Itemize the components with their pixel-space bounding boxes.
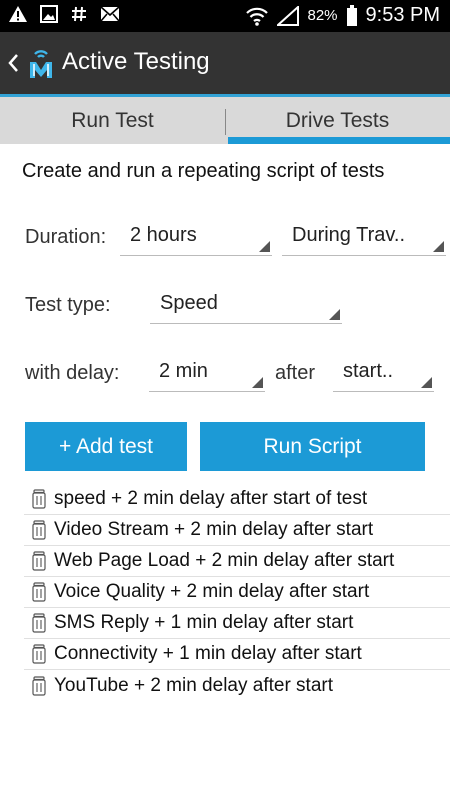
test-script-list: speed + 2 min delay after start of test … <box>24 484 450 701</box>
dropdown-triangle-icon <box>329 309 340 320</box>
test-item-label: SMS Reply + 1 min delay after start <box>54 612 354 633</box>
trash-icon[interactable] <box>31 644 47 664</box>
dropdown-triangle-icon <box>433 241 444 252</box>
back-arrow-icon[interactable] <box>6 50 20 76</box>
mail-icon <box>100 6 120 22</box>
duration-label: Duration: <box>25 226 107 248</box>
image-icon <box>40 5 58 23</box>
list-item[interactable]: Connectivity + 1 min delay after start <box>24 639 450 670</box>
list-item[interactable]: speed + 2 min delay after start of test <box>24 484 450 515</box>
test-type-value: Speed <box>160 292 218 314</box>
list-item[interactable]: Voice Quality + 2 min delay after start <box>24 577 450 608</box>
trash-icon[interactable] <box>31 675 47 696</box>
battery-icon <box>346 4 358 27</box>
run-script-button[interactable]: Run Script <box>200 422 425 471</box>
dropdown-triangle-icon <box>421 377 432 388</box>
duration-mode-spinner[interactable]: During Trav.. <box>282 222 446 256</box>
test-type-spinner[interactable]: Speed <box>150 290 342 324</box>
signal-icon <box>277 5 300 26</box>
delay-anchor-spinner[interactable]: start.. <box>333 358 434 392</box>
test-item-label: Web Page Load + 2 min delay after start <box>54 550 395 571</box>
list-item[interactable]: Video Stream + 2 min delay after start <box>24 515 450 546</box>
test-item-label: Voice Quality + 2 min delay after start <box>54 581 370 602</box>
page-title: Active Testing <box>62 48 210 75</box>
trash-icon[interactable] <box>31 520 47 540</box>
trash-icon[interactable] <box>31 551 47 571</box>
add-test-button[interactable]: + Add test <box>25 422 187 471</box>
trash-icon[interactable] <box>31 613 47 633</box>
list-item[interactable]: YouTube + 2 min delay after start <box>24 670 450 701</box>
hash-icon <box>70 5 88 23</box>
after-label: after <box>275 362 316 384</box>
list-item[interactable]: Web Page Load + 2 min delay after start <box>24 546 450 577</box>
warning-icon <box>8 5 28 23</box>
app-logo-icon <box>26 46 56 80</box>
intro-text: Create and run a repeating script of tes… <box>22 160 385 182</box>
test-item-label: speed + 2 min delay after start of test <box>54 488 368 509</box>
wifi-icon <box>245 5 269 27</box>
delay-anchor-value: start.. <box>343 360 394 382</box>
notification-icons <box>8 5 120 23</box>
list-item[interactable]: SMS Reply + 1 min delay after start <box>24 608 450 639</box>
duration-mode-value: During Trav.. <box>292 224 405 246</box>
test-item-label: Connectivity + 1 min delay after start <box>54 643 362 664</box>
delay-spinner[interactable]: 2 min <box>149 358 265 392</box>
tab-selected-indicator <box>228 137 450 144</box>
test-item-label: YouTube + 2 min delay after start <box>54 674 334 696</box>
trash-icon[interactable] <box>31 489 47 509</box>
tab-run-test[interactable]: Run Test <box>0 97 225 144</box>
duration-spinner[interactable]: 2 hours <box>120 222 272 256</box>
trash-icon[interactable] <box>31 582 47 602</box>
action-bar: Active Testing <box>0 32 450 94</box>
dropdown-triangle-icon <box>259 241 270 252</box>
status-bar: 82% 9:53 PM <box>0 0 450 32</box>
dropdown-triangle-icon <box>252 377 263 388</box>
delay-value: 2 min <box>159 360 208 382</box>
test-type-label: Test type: <box>25 294 111 316</box>
test-item-label: Video Stream + 2 min delay after start <box>54 519 374 540</box>
system-status: 82% 9:53 PM <box>245 4 440 27</box>
duration-value: 2 hours <box>130 224 197 246</box>
tab-bar: Run Test Drive Tests <box>0 94 450 144</box>
delay-label: with delay: <box>25 362 120 384</box>
clock: 9:53 PM <box>365 4 440 26</box>
battery-percent: 82% <box>307 7 338 24</box>
